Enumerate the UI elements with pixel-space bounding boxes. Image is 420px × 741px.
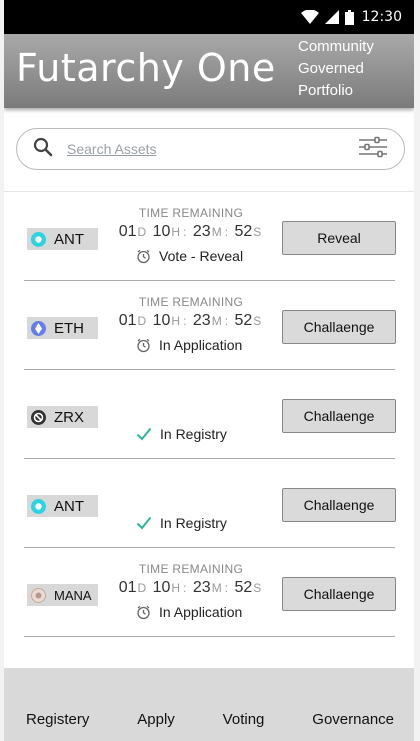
seconds-unit: S [253,581,262,595]
time-remaining-label: TIME REMAINING [138,295,244,309]
mana-icon [31,587,46,603]
minutes-unit: M [211,225,222,239]
ant-icon [31,231,46,247]
countdown-days: 01 [118,312,137,329]
challaenge-button[interactable]: Challaenge [282,488,396,522]
asset-tag[interactable]: ANT [27,228,98,250]
asset-status: In Registry [136,515,227,531]
clock-icon [136,605,151,620]
nav-governance[interactable]: Governance [312,711,394,728]
status-text: In Application [159,604,243,620]
asset-row[interactable]: ETH TIME REMAINING 01D 10H: 23M: 52S In … [24,281,396,370]
search-bar[interactable]: Search Assets [16,128,405,170]
asset-symbol: ANT [54,497,84,515]
status-text: In Application [159,337,243,353]
ant-icon [31,498,46,514]
status-text: In Registry [160,515,227,531]
hours-unit: H [171,581,181,595]
asset-row[interactable]: ZRX In Registry Challaenge [24,370,396,459]
time-remaining: TIME REMAINING 01D 10H: 23M: 52S [118,206,264,241]
asset-symbol: ETH [54,319,84,337]
time-remaining: TIME REMAINING 01D 10H: 23M: 52S [118,562,264,597]
time-remaining: TIME REMAINING 01D 10H: 23M: 52S [118,295,264,330]
status-bar: 12:30 [4,0,414,34]
nav-registery[interactable]: Registery [26,711,89,728]
time-remaining-label: TIME REMAINING [138,562,244,576]
asset-row[interactable]: ANT In Registry Challaenge [24,459,396,548]
countdown-minutes: 23 [192,223,211,240]
asset-symbol: ZRX [54,408,84,426]
asset-tag[interactable]: ETH [27,317,98,339]
minutes-unit: M [211,314,222,328]
signal-icon [324,10,339,24]
minutes-unit: M [211,581,222,595]
check-icon [136,427,152,441]
clock-icon [136,249,151,264]
countdown-minutes: 23 [192,579,211,596]
zrx-icon [31,409,46,425]
check-icon [136,516,152,530]
asset-status: In Application [136,337,242,353]
app-title: Futarchy One [16,46,276,90]
app-header: Futarchy One Community Governed Portfoli… [4,34,414,108]
asset-row[interactable]: MANA TIME REMAINING 01D 10H: 23M: 52S In… [24,548,396,637]
countdown-hours: 10 [152,312,171,329]
asset-status: In Application [136,604,242,620]
reveal-button[interactable]: Reveal [282,221,396,255]
clock-time: 12:30 [361,9,402,25]
days-unit: D [137,314,147,328]
countdown-hours: 10 [152,579,171,596]
countdown-hours: 10 [152,223,171,240]
status-text: In Registry [160,426,227,442]
app-frame: 12:30 Futarchy One Community Governed Po… [4,0,414,741]
time-remaining-label: TIME REMAINING [138,206,244,220]
asset-list: ANT TIME REMAINING 01D 10H: 23M: 52S Vot… [4,192,414,637]
filter-icon[interactable] [358,136,388,163]
search-input[interactable]: Search Assets [67,141,358,157]
search-icon[interactable] [33,137,53,162]
app-subtitle: Community Governed Portfolio [298,38,374,99]
nav-apply[interactable]: Apply [137,711,175,728]
days-unit: D [137,581,147,595]
challaenge-button[interactable]: Challaenge [282,399,396,433]
hours-unit: H [171,225,181,239]
countdown: 01D 10H: 23M: 52S [118,312,262,329]
asset-symbol: MANA [54,587,92,603]
bottom-nav: Registery Apply Voting Governance [4,668,414,741]
countdown-seconds: 52 [234,223,253,240]
asset-tag[interactable]: MANA [27,584,98,606]
hours-unit: H [171,314,181,328]
asset-tag[interactable]: ZRX [27,406,98,428]
countdown-seconds: 52 [234,312,253,329]
wifi-icon [300,10,319,24]
nav-voting[interactable]: Voting [223,711,265,728]
countdown: 01D 10H: 23M: 52S [118,579,262,596]
asset-row[interactable]: ANT TIME REMAINING 01D 10H: 23M: 52S Vot… [24,192,396,281]
eth-icon [31,320,46,336]
countdown-minutes: 23 [192,312,211,329]
countdown-days: 01 [118,223,137,240]
asset-status: Vote - Reveal [136,248,243,264]
challaenge-button[interactable]: Challaenge [282,310,396,344]
challaenge-button[interactable]: Challaenge [282,577,396,611]
status-text: Vote - Reveal [159,248,244,264]
clock-icon [136,338,151,353]
asset-symbol: ANT [54,230,84,248]
days-unit: D [137,225,147,239]
countdown-seconds: 52 [234,579,253,596]
battery-icon [344,9,354,25]
seconds-unit: S [253,314,262,328]
countdown: 01D 10H: 23M: 52S [118,223,262,240]
asset-status: In Registry [136,426,227,442]
countdown-days: 01 [118,579,137,596]
search-section: Search Assets [4,108,414,192]
seconds-unit: S [253,225,262,239]
asset-tag[interactable]: ANT [27,495,98,517]
